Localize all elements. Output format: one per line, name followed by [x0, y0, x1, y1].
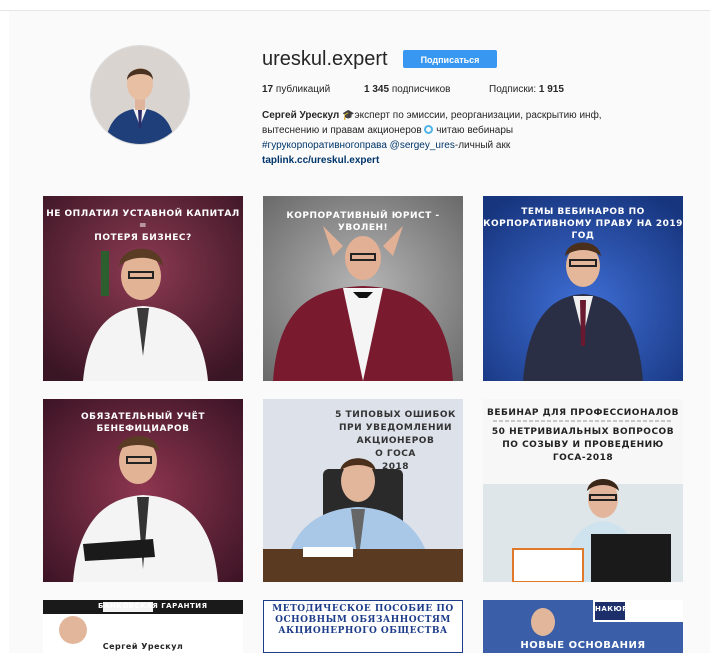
post-caption-line: Сергей Урескул — [102, 642, 184, 651]
posts-count-label: публикаций — [275, 84, 331, 95]
post-caption-line: 50 НЕТРИВИАЛЬНЫХ ВОПРОСОВ — [491, 427, 675, 437]
post-caption-line: КОРПОРАТИВНЫЙ ЮРИСТ - УВОЛЕН! — [286, 211, 440, 233]
follow-button[interactable]: Подписаться — [403, 50, 497, 68]
post-caption-line: НОВЫЕ ОСНОВАНИЯ — [520, 640, 646, 651]
post-caption-line: НАКЮР — [595, 605, 628, 613]
post-caption-line: КОРПОРАТИВНОМУ ПРАВУ НА 2019 ГОД — [483, 219, 683, 241]
post-caption: 5 ТИПОВЫХ ОШИБОК ПРИ УВЕДОМЛЕНИИ АКЦИОНЕ… — [333, 409, 458, 474]
post-caption: ВЕБИНАР ДЛЯ ПРОФЕССИОНАЛОВ 50 НЕТРИВИАЛЬ… — [483, 407, 683, 465]
following-count-value: 1 915 — [538, 84, 564, 95]
bio-line-1: Сергей Урескул 🎓эксперт по эмиссии, реор… — [262, 108, 662, 123]
bio-description: 🎓эксперт по эмиссии, реорганизации, раск… — [339, 110, 602, 121]
following-count[interactable]: Подписки: 1 915 — [489, 84, 564, 95]
post-caption-line: О ГОСА — [375, 449, 416, 459]
post-caption-line: НЕ ОПЛАТИЛ УСТАВНОЙ КАПИТАЛ = — [46, 209, 240, 231]
bio-description-2: вытеснению и правам акционеров — [262, 125, 422, 136]
post-caption: МЕТОДИЧЕСКОЕ ПОСОБИЕ ПО ОСНОВНЫМ ОБЯЗАНН… — [263, 604, 463, 637]
bio-description-3: читаю вебинары — [433, 125, 514, 136]
bio-website-link[interactable]: taplink.cc/ureskul.expert — [262, 155, 379, 166]
profile-username: ureskul.expert — [262, 48, 388, 70]
followers-count[interactable]: 1 345 подписчиков — [364, 84, 450, 95]
posts-count-value: 17 — [262, 84, 274, 95]
bio-mention[interactable]: @sergey_ures — [390, 140, 455, 151]
post-caption: ТЕМЫ ВЕБИНАРОВ ПО КОРПОРАТИВНОМУ ПРАВУ Н… — [483, 206, 683, 242]
post-tile[interactable]: БАНКОВСКАЯ ГАРАНТИЯ Сергей Урескул — [43, 600, 243, 653]
post-caption: КОРПОРАТИВНЫЙ ЮРИСТ - УВОЛЕН! — [263, 210, 463, 234]
bio-mention-tail: -личный акк — [454, 140, 511, 151]
bio-line-2: вытеснению и правам акционеров читаю веб… — [262, 123, 662, 138]
post-caption: НОВЫЕ ОСНОВАНИЯ — [483, 640, 683, 651]
bio-hashtag[interactable]: #гурукорпоративногоправа — [262, 140, 387, 151]
post-caption-line: ПО СОЗЫВУ И ПРОВЕДЕНИЮ — [502, 440, 664, 450]
bio-line-4: taplink.cc/ureskul.expert — [262, 153, 662, 168]
post-caption-line: ОСНОВНЫМ ОБЯЗАННОСТЯМ — [275, 615, 451, 625]
post-caption-line: АКЦИОНЕРОВ — [356, 436, 435, 446]
post-caption-line: ТЕМЫ ВЕБИНАРОВ ПО — [521, 207, 645, 217]
post-caption-line: ПРИ УВЕДОМЛЕНИИ — [338, 423, 453, 433]
post-tile[interactable]: КОРПОРАТИВНЫЙ ЮРИСТ - УВОЛЕН! — [263, 196, 463, 381]
followers-count-label: подписчиков — [391, 84, 451, 95]
post-caption: НАКЮР — [595, 605, 628, 613]
post-caption-line: ВЕБИНАР ДЛЯ ПРОФЕССИОНАЛОВ — [487, 408, 679, 418]
post-tile[interactable]: НАКЮР НОВЫЕ ОСНОВАНИЯ — [483, 600, 683, 653]
post-tile[interactable]: НЕ ОПЛАТИЛ УСТАВНОЙ КАПИТАЛ = ПОТЕРЯ БИЗ… — [43, 196, 243, 381]
post-caption-line: 5 ТИПОВЫХ ОШИБОК — [335, 410, 456, 420]
post-caption-line: ПОТЕРЯ БИЗНЕС? — [94, 233, 192, 243]
profile-avatar[interactable] — [90, 45, 190, 145]
post-tile[interactable]: МЕТОДИЧЕСКОЕ ПОСОБИЕ ПО ОСНОВНЫМ ОБЯЗАНН… — [263, 600, 463, 653]
post-tile[interactable]: ТЕМЫ ВЕБИНАРОВ ПО КОРПОРАТИВНОМУ ПРАВУ Н… — [483, 196, 683, 381]
post-caption-line: АКЦИОНЕРНОГО ОБЩЕСТВА — [278, 626, 448, 636]
bio-full-name: Сергей Урескул — [262, 110, 340, 121]
post-tile[interactable]: 5 ТИПОВЫХ ОШИБОК ПРИ УВЕДОМЛЕНИИ АКЦИОНЕ… — [263, 399, 463, 582]
followers-count-value: 1 345 — [364, 84, 390, 95]
following-count-label: Подписки: — [489, 84, 537, 95]
post-caption-line: 2018 — [381, 462, 410, 472]
post-caption-line: ОБЯЗАТЕЛЬНЫЙ УЧЁТ БЕНЕФИЦИАРОВ — [81, 412, 205, 434]
post-caption-line: МЕТОДИЧЕСКОЕ ПОСОБИЕ ПО — [272, 604, 454, 614]
post-tile[interactable]: ОБЯЗАТЕЛЬНЫЙ УЧЁТ БЕНЕФИЦИАРОВ — [43, 399, 243, 582]
profile-bio: Сергей Урескул 🎓эксперт по эмиссии, реор… — [262, 108, 662, 168]
posts-count[interactable]: 17 публикаций — [262, 84, 330, 95]
bio-line-3: #гурукорпоративногоправа @sergey_ures-ли… — [262, 138, 662, 153]
avatar-photo — [91, 46, 189, 144]
post-caption: Сергей Урескул — [83, 642, 203, 651]
post-caption: НЕ ОПЛАТИЛ УСТАВНОЙ КАПИТАЛ = ПОТЕРЯ БИЗ… — [43, 208, 243, 244]
post-caption: ОБЯЗАТЕЛЬНЫЙ УЧЁТ БЕНЕФИЦИАРОВ — [43, 411, 243, 435]
post-caption-line: БАНКОВСКАЯ ГАРАНТИЯ — [98, 602, 208, 610]
post-caption: БАНКОВСКАЯ ГАРАНТИЯ — [98, 602, 243, 610]
post-tile[interactable]: ВЕБИНАР ДЛЯ ПРОФЕССИОНАЛОВ 50 НЕТРИВИАЛЬ… — [483, 399, 683, 582]
post-caption-line: ГОСА-2018 — [552, 453, 614, 463]
